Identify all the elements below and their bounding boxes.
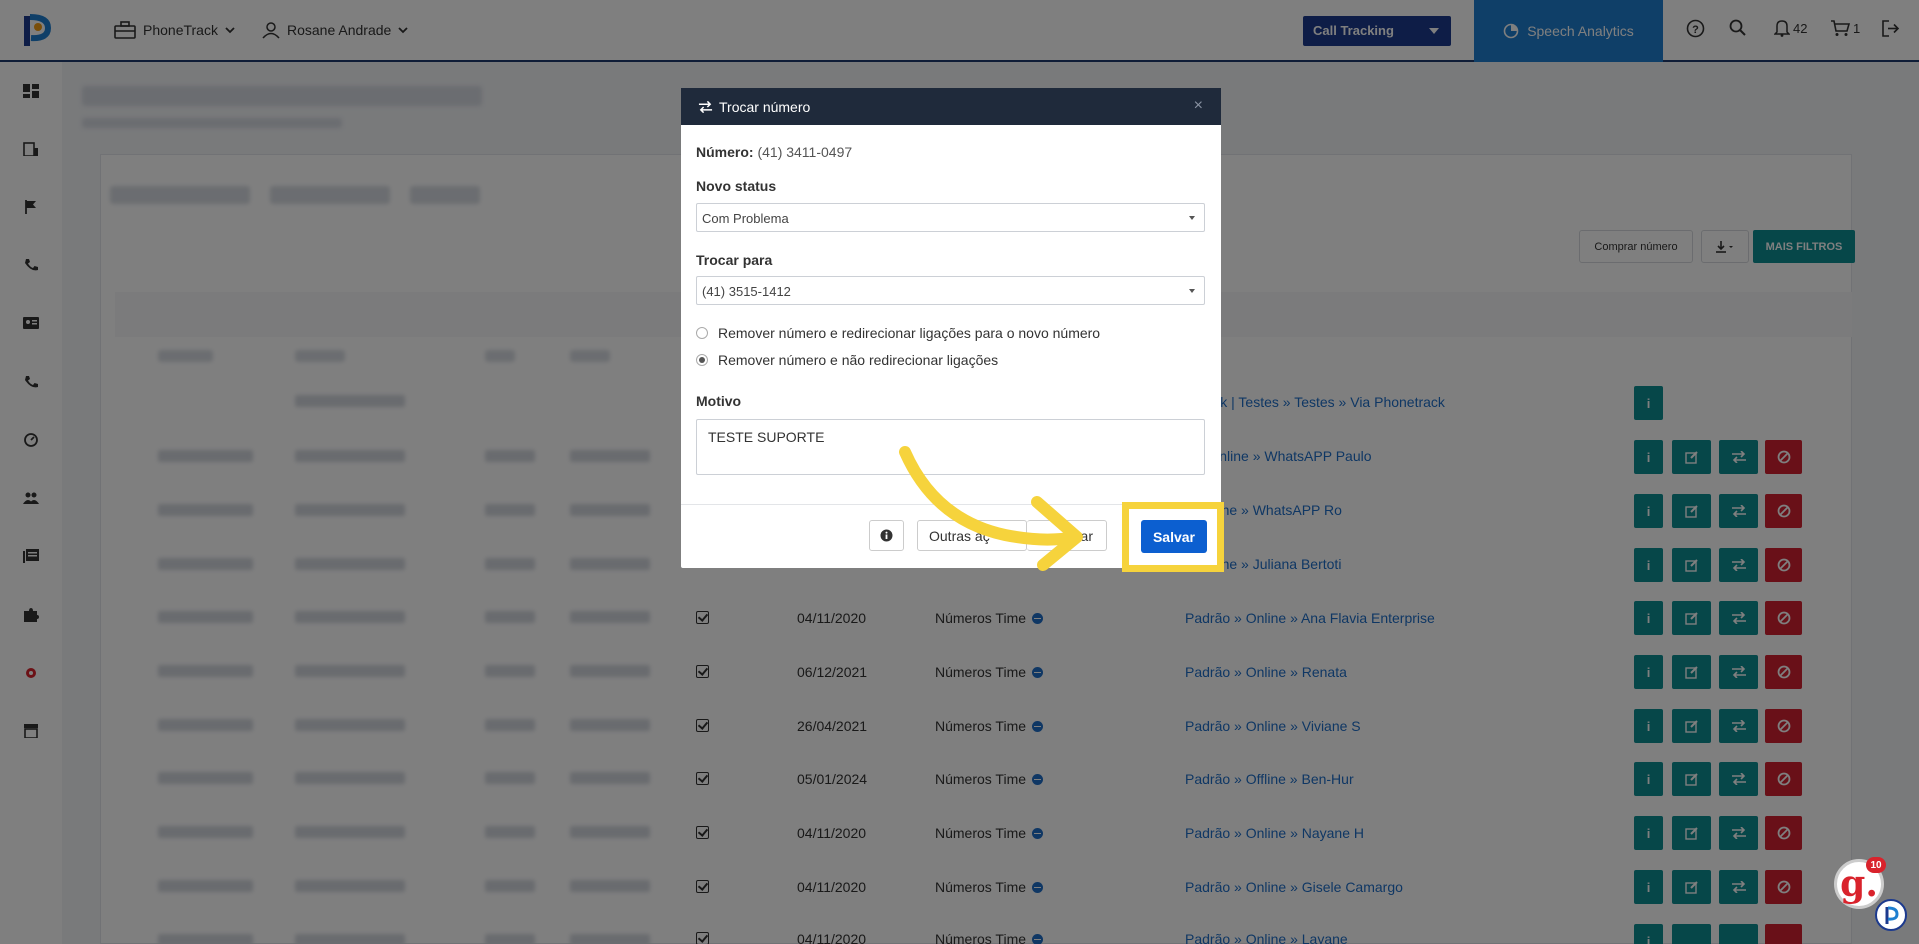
- radio-button-selected[interactable]: [696, 354, 708, 366]
- modal-header: Trocar número ×: [681, 88, 1221, 125]
- modal-title: Trocar número: [719, 98, 811, 115]
- tutorial-arrow-icon: [899, 446, 1083, 571]
- swap-to-select-value: (41) 3515-1412: [702, 284, 791, 299]
- radio-redirect-label: Remover número e redirecionar ligações p…: [718, 325, 1101, 341]
- radio-no-redirect-label: Remover número e não redirecionar ligaçõ…: [718, 352, 999, 368]
- radio-button[interactable]: [696, 327, 708, 339]
- swap-icon: [698, 100, 713, 113]
- number-row: Número: (41) 3411-0497: [696, 144, 852, 160]
- reason-label: Motivo: [696, 393, 742, 409]
- save-button-label: Salvar: [1152, 528, 1196, 545]
- swap-to-select[interactable]: (41) 3515-1412: [696, 276, 1205, 305]
- close-icon[interactable]: ×: [1194, 97, 1203, 115]
- number-label: Número:: [696, 144, 754, 160]
- reason-value: TESTE SUPORTE: [708, 429, 825, 445]
- info-circle-icon: [880, 529, 893, 542]
- radio-redirect[interactable]: Remover número e redirecionar ligações p…: [696, 325, 1100, 341]
- status-select-value: Com Problema: [702, 211, 789, 226]
- number-value: (41) 3411-0497: [757, 144, 853, 160]
- save-button[interactable]: Salvar: [1141, 520, 1207, 553]
- guide-count-badge: 10: [1866, 857, 1886, 873]
- radio-no-redirect[interactable]: Remover número e não redirecionar ligaçõ…: [696, 352, 998, 368]
- status-label: Novo status: [696, 178, 777, 194]
- status-select[interactable]: Com Problema: [696, 203, 1205, 232]
- swap-to-label: Trocar para: [696, 252, 773, 268]
- chat-icon[interactable]: [1874, 898, 1908, 932]
